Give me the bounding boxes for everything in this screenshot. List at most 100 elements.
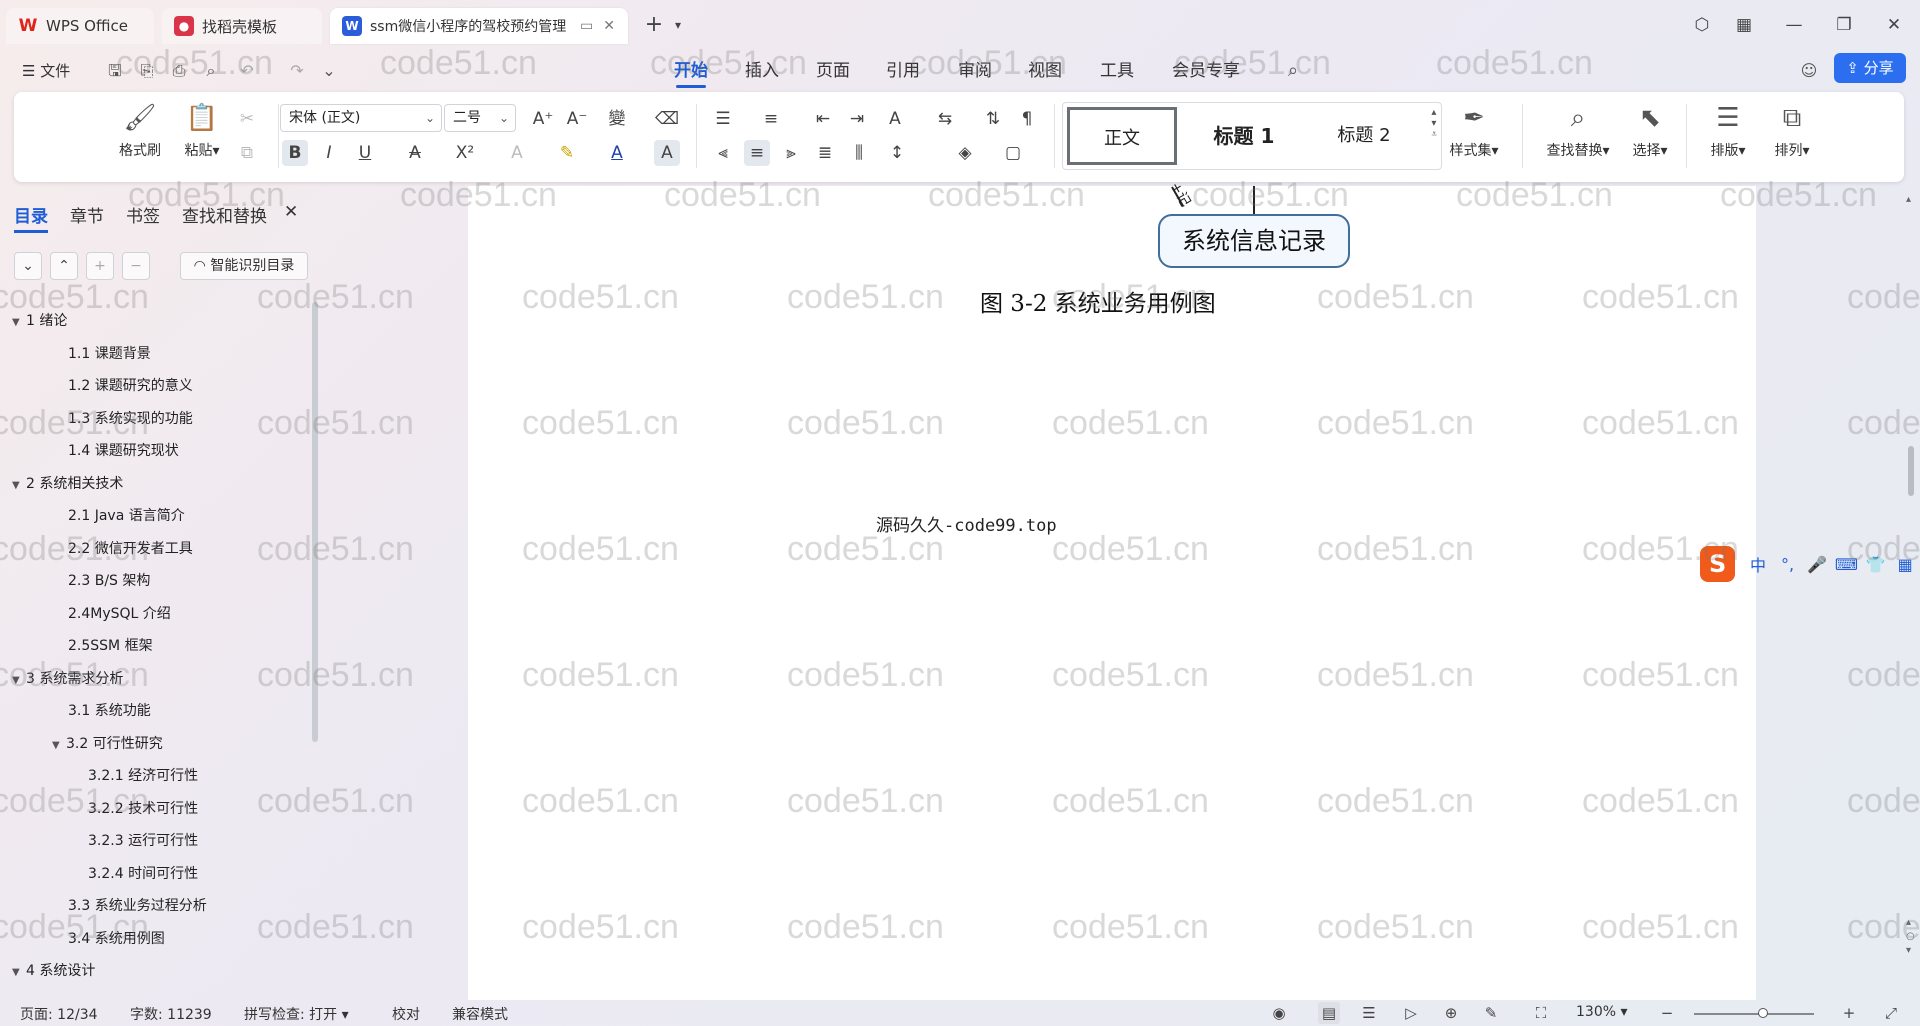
tab-wps-office[interactable]: W WPS Office: [6, 8, 154, 44]
toc-item[interactable]: 3.2.2 技术可行性: [88, 798, 198, 818]
zoom-slider-knob[interactable]: [1758, 1008, 1768, 1018]
page-view-icon[interactable]: ▤: [1318, 1002, 1340, 1024]
style-set-button[interactable]: ✒ 样式集▾: [1444, 102, 1504, 160]
monitor-icon[interactable]: ▭: [580, 18, 593, 34]
redo-icon[interactable]: ↷: [286, 60, 308, 82]
print-icon[interactable]: ⎙: [168, 60, 190, 82]
layout-button[interactable]: ☰ 排版▾: [1698, 102, 1758, 160]
ime-chinese-toggle[interactable]: 中: [1743, 552, 1772, 576]
menu-review[interactable]: 审阅: [958, 58, 992, 84]
select-button[interactable]: ⬉ 选择▾: [1620, 102, 1680, 160]
window-close-icon[interactable]: ✕: [1880, 12, 1908, 38]
menu-references[interactable]: 引用: [886, 58, 920, 84]
italic-button[interactable]: I: [316, 140, 342, 166]
close-icon[interactable]: ✕: [603, 18, 615, 34]
align-center-icon[interactable]: ≡: [744, 140, 770, 166]
ime-toolbar[interactable]: S 中 °, 🎤 ⌨ 👕 ▦: [1700, 544, 1920, 584]
numbered-list-icon[interactable]: ≡: [758, 106, 784, 132]
toc-item[interactable]: 1.4 课题研究现状: [68, 440, 179, 460]
toggle-icon[interactable]: ▼: [12, 480, 26, 491]
cut-icon[interactable]: ✂: [234, 106, 260, 132]
char-shading-icon[interactable]: A: [654, 140, 680, 166]
zoom-out-icon[interactable]: −: [1656, 1002, 1678, 1024]
share-button[interactable]: ⇪ 分享: [1834, 53, 1906, 83]
bold-button[interactable]: B: [282, 140, 308, 166]
text-direction-icon[interactable]: A: [882, 106, 908, 132]
word-count[interactable]: 字数: 11239: [130, 1004, 212, 1024]
menu-home[interactable]: 开始: [674, 58, 708, 88]
toc-item[interactable]: ▼ 2 系统相关技术: [12, 473, 123, 493]
close-panel-icon[interactable]: ✕: [284, 202, 298, 222]
font-name-select[interactable]: 宋体 (正文) ⌄: [280, 104, 442, 132]
font-color-icon[interactable]: A: [604, 140, 630, 166]
bullet-list-icon[interactable]: ☰: [710, 106, 736, 132]
distribute-icon[interactable]: ⫼: [846, 140, 872, 166]
tab-toc[interactable]: 目录: [14, 202, 48, 233]
page-nav-icon[interactable]: ▴ ○ ▾: [1906, 916, 1915, 958]
fullscreen-icon[interactable]: ⤢: [1880, 1002, 1902, 1024]
panel-scrollbar[interactable]: [312, 302, 318, 742]
toc-item[interactable]: 3.3 系统业务过程分析: [68, 895, 207, 915]
ime-voice-icon[interactable]: 🎤: [1802, 555, 1831, 574]
smart-toc-button[interactable]: ◠ 智能识别目录: [180, 252, 308, 280]
toc-item[interactable]: ▼ 3.2 可行性研究: [52, 733, 163, 753]
menu-view[interactable]: 视图: [1028, 58, 1062, 84]
toc-item[interactable]: 1.1 课题背景: [68, 343, 151, 363]
expand-up-button[interactable]: ⌃: [50, 252, 78, 280]
toc-item[interactable]: 2.2 微信开发者工具: [68, 538, 193, 558]
cube-icon[interactable]: ⬡: [1688, 12, 1716, 38]
tab-template[interactable]: ● 找稻壳模板: [162, 8, 322, 44]
ime-punctuation-icon[interactable]: °,: [1773, 555, 1802, 574]
toggle-icon[interactable]: ▼: [12, 317, 26, 328]
toc-item[interactable]: ▼ 4 系统设计: [12, 960, 95, 980]
tab-document[interactable]: W ssm微信小程序的驾校预约管理 ▭ ✕: [330, 8, 628, 44]
toc-item[interactable]: 2.1 Java 语言简介: [68, 505, 185, 525]
toggle-icon[interactable]: ▼: [52, 740, 66, 751]
toc-item[interactable]: ▼ 3 系统需求分析: [12, 668, 123, 688]
add-level-button[interactable]: +: [86, 252, 114, 280]
zoom-in-icon[interactable]: +: [1838, 1002, 1860, 1024]
decrease-indent-icon[interactable]: ⇤: [810, 106, 836, 132]
undo-icon[interactable]: ↶: [236, 60, 258, 82]
style-normal[interactable]: 正文: [1067, 107, 1177, 165]
restore-icon[interactable]: ❐: [1830, 12, 1858, 38]
toc-item[interactable]: 3.4 系统用例图: [68, 928, 165, 948]
toc-item[interactable]: 3.2.4 时间可行性: [88, 863, 198, 883]
toggle-icon[interactable]: ▼: [12, 967, 26, 978]
zoom-level[interactable]: 130% ▾: [1576, 1004, 1628, 1020]
play-icon[interactable]: ▷: [1400, 1002, 1422, 1024]
chat-icon[interactable]: ☺: [1798, 60, 1820, 82]
toggle-icon[interactable]: ▼: [12, 675, 26, 686]
toc-item[interactable]: 3.2.1 经济可行性: [88, 765, 198, 785]
chevron-down-icon[interactable]: ▾: [664, 12, 692, 38]
remove-level-button[interactable]: −: [122, 252, 150, 280]
line-spacing-icon[interactable]: ↕: [884, 140, 910, 166]
underline-button[interactable]: U: [352, 140, 378, 166]
toc-item[interactable]: 3.1 系统功能: [68, 700, 151, 720]
menu-tools[interactable]: 工具: [1100, 58, 1134, 84]
scroll-up-icon[interactable]: ▴: [1906, 194, 1911, 205]
shading-icon[interactable]: ◈: [952, 140, 978, 166]
eye-icon[interactable]: ◉: [1268, 1002, 1290, 1024]
align-left-icon[interactable]: ⫷: [710, 140, 736, 166]
align-right-icon[interactable]: ⫸: [778, 140, 804, 166]
shrink-font-icon[interactable]: A⁻: [564, 106, 590, 132]
format-painter-button[interactable]: 🖌 格式刷: [110, 102, 170, 160]
export-icon[interactable]: ⎘: [136, 60, 158, 82]
spell-check[interactable]: 拼写检查: 打开 ▾: [244, 1004, 349, 1024]
pen-icon[interactable]: ✎: [1480, 1002, 1502, 1024]
toc-item[interactable]: 2.5SSM 框架: [68, 635, 153, 655]
find-replace-button[interactable]: ⌕ 查找替换▾: [1540, 102, 1616, 160]
strikethrough-button[interactable]: A: [402, 140, 428, 166]
justify-icon[interactable]: ≣: [812, 140, 838, 166]
outline-view-icon[interactable]: ☰: [1358, 1002, 1380, 1024]
toc-item[interactable]: 2.3 B/S 架构: [68, 570, 150, 590]
tab-chapters[interactable]: 章节: [70, 202, 104, 227]
menu-membership[interactable]: 会员专享: [1172, 58, 1240, 84]
border-icon[interactable]: ▢: [1000, 140, 1026, 166]
ime-toolbox-icon[interactable]: ▦: [1891, 555, 1920, 574]
toc-item[interactable]: 1.3 系统实现的功能: [68, 408, 193, 428]
convert-icon[interactable]: ⇆: [932, 106, 958, 132]
toc-item[interactable]: 3.2.3 运行可行性: [88, 830, 198, 850]
print-preview-icon[interactable]: ⌕: [200, 60, 222, 82]
